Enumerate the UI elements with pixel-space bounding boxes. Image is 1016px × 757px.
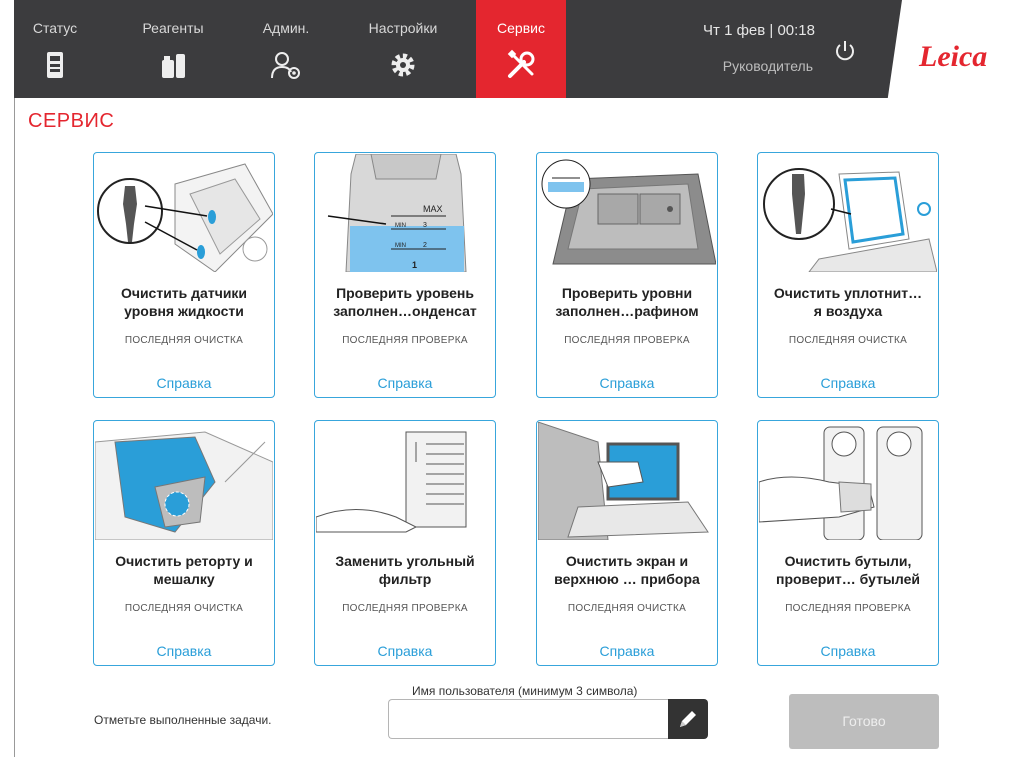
datetime-display: Чт 1 фев | 00:18: [703, 22, 815, 39]
wrench-screwdriver-icon: [507, 49, 535, 78]
help-link[interactable]: Справка: [758, 375, 938, 391]
task-card-clean-bottles[interactable]: Очистить бутыли, проверит… бутылей ПОСЛЕ…: [757, 420, 939, 666]
help-link[interactable]: Справка: [537, 375, 717, 391]
task-title-line1: Очистить реторту и: [115, 553, 253, 569]
task-card-clean-retort[interactable]: Очистить реторту и мешалку ПОСЛЕДНЯЯ ОЧИ…: [93, 420, 275, 666]
task-card-check-condensate[interactable]: MAX MIN 3 MIN 2 1 Проверить уровень запо…: [314, 152, 496, 398]
power-icon[interactable]: [834, 40, 856, 62]
task-title-line2: заполнен…онденсат: [333, 303, 477, 319]
username-label: Имя пользователя (минимум 3 символа): [412, 684, 638, 698]
screen-cleaning-illustration: [538, 422, 709, 540]
top-navigation-bar: Статус Реагенты Админ. Настройки Сервис …: [0, 0, 1016, 98]
svg-text:MAX: MAX: [423, 204, 443, 214]
help-link[interactable]: Справка: [315, 643, 495, 659]
svg-text:MIN: MIN: [395, 223, 406, 229]
help-link[interactable]: Справка: [537, 643, 717, 659]
user-role: Руководитель: [722, 58, 813, 74]
done-button[interactable]: Готово: [789, 694, 939, 749]
help-link[interactable]: Справка: [315, 375, 495, 391]
task-status: ПОСЛЕДНЯЯ ПРОВЕРКА: [785, 603, 911, 614]
tab-service[interactable]: Сервис: [476, 0, 566, 98]
left-border: [14, 98, 15, 757]
tab-admin-label: Админ.: [262, 20, 310, 36]
level-sensors-illustration: [97, 163, 273, 272]
task-title-line1: Очистить датчики: [120, 285, 248, 301]
username-input[interactable]: [388, 699, 668, 739]
leica-logo: Leica: [918, 40, 987, 73]
task-status: ПОСЛЕДНЯЯ ОЧИСТКА: [788, 335, 908, 346]
tab-status[interactable]: Статус: [14, 0, 96, 98]
tab-status-label: Статус: [32, 20, 78, 36]
svg-text:3: 3: [423, 222, 427, 229]
task-title-line1: Очистить уплотнит…: [773, 285, 923, 301]
task-status: ПОСЛЕДНЯЯ ПРОВЕРКА: [342, 603, 468, 614]
tab-reagents[interactable]: Реагенты: [118, 0, 228, 98]
help-link[interactable]: Справка: [94, 375, 274, 391]
task-status: ПОСЛЕДНЯЯ ОЧИСТКА: [567, 603, 687, 614]
svg-text:2: 2: [423, 242, 427, 249]
task-title-line2: я воздуха: [813, 303, 883, 319]
task-card-clean-seals[interactable]: Очистить уплотнит… я воздуха ПОСЛЕДНЯЯ О…: [757, 152, 939, 398]
help-link[interactable]: Справка: [758, 643, 938, 659]
task-status: ПОСЛЕДНЯЯ ОЧИСТКА: [124, 603, 244, 614]
pencil-icon: [680, 711, 696, 727]
svg-text:Leica: Leica: [918, 40, 987, 73]
task-card-clean-screen[interactable]: Очистить экран и верхнюю … прибора ПОСЛЕ…: [536, 420, 718, 666]
task-title-line1: Очистить экран и: [565, 553, 689, 569]
tab-settings-label: Настройки: [368, 20, 438, 36]
task-card-check-paraffin[interactable]: Проверить уровни заполнен…рафином ПОСЛЕД…: [536, 152, 718, 398]
lid-seal-illustration: [763, 168, 937, 272]
completed-tasks-note: Отметьте выполненные задачи.: [94, 713, 272, 727]
task-status: ПОСЛЕДНЯЯ ПРОВЕРКА: [342, 335, 468, 346]
task-card-clean-level-sensors[interactable]: Очистить датчики уровня жидкости ПОСЛЕДН…: [93, 152, 275, 398]
task-title-line2: уровня жидкости: [124, 303, 244, 319]
task-title-line1: Проверить уровень: [336, 285, 474, 301]
tab-admin[interactable]: Админ.: [246, 0, 326, 98]
status-icon: [47, 52, 63, 78]
task-title-line2: заполнен…рафином: [555, 303, 699, 319]
carbon-filter-illustration: [316, 431, 467, 533]
task-title-line2: проверит… бутылей: [775, 571, 920, 587]
paraffin-bath-illustration: [541, 159, 716, 265]
reagents-icon: [162, 54, 185, 78]
tab-service-label: Сервис: [497, 20, 545, 36]
task-title-line1: Очистить бутыли,: [784, 553, 912, 569]
condensate-bottle-illustration: MAX MIN 3 MIN 2 1: [327, 154, 467, 272]
bottles-illustration: [759, 426, 923, 540]
retort-illustration: [95, 431, 273, 540]
task-title-line1: Заменить угольный: [335, 553, 475, 569]
page-title: СЕРВИС: [28, 110, 115, 132]
tab-reagents-label: Реагенты: [142, 20, 204, 36]
svg-text:1: 1: [412, 260, 417, 270]
task-card-replace-carbon-filter[interactable]: Заменить угольный фильтр ПОСЛЕДНЯЯ ПРОВЕ…: [314, 420, 496, 666]
task-title-line2: фильтр: [378, 571, 432, 587]
svg-text:MIN: MIN: [395, 243, 406, 249]
admin-icon: [271, 52, 300, 79]
edit-username-button[interactable]: [668, 699, 708, 739]
tab-settings[interactable]: Настройки: [356, 0, 450, 98]
task-title-line2: верхнюю … прибора: [554, 571, 700, 587]
gear-icon: [391, 53, 415, 77]
task-status: ПОСЛЕДНЯЯ ОЧИСТКА: [124, 335, 244, 346]
help-link[interactable]: Справка: [94, 643, 274, 659]
task-title-line1: Проверить уровни: [561, 285, 693, 301]
task-status: ПОСЛЕДНЯЯ ПРОВЕРКА: [564, 335, 690, 346]
task-title-line2: мешалку: [153, 571, 215, 587]
